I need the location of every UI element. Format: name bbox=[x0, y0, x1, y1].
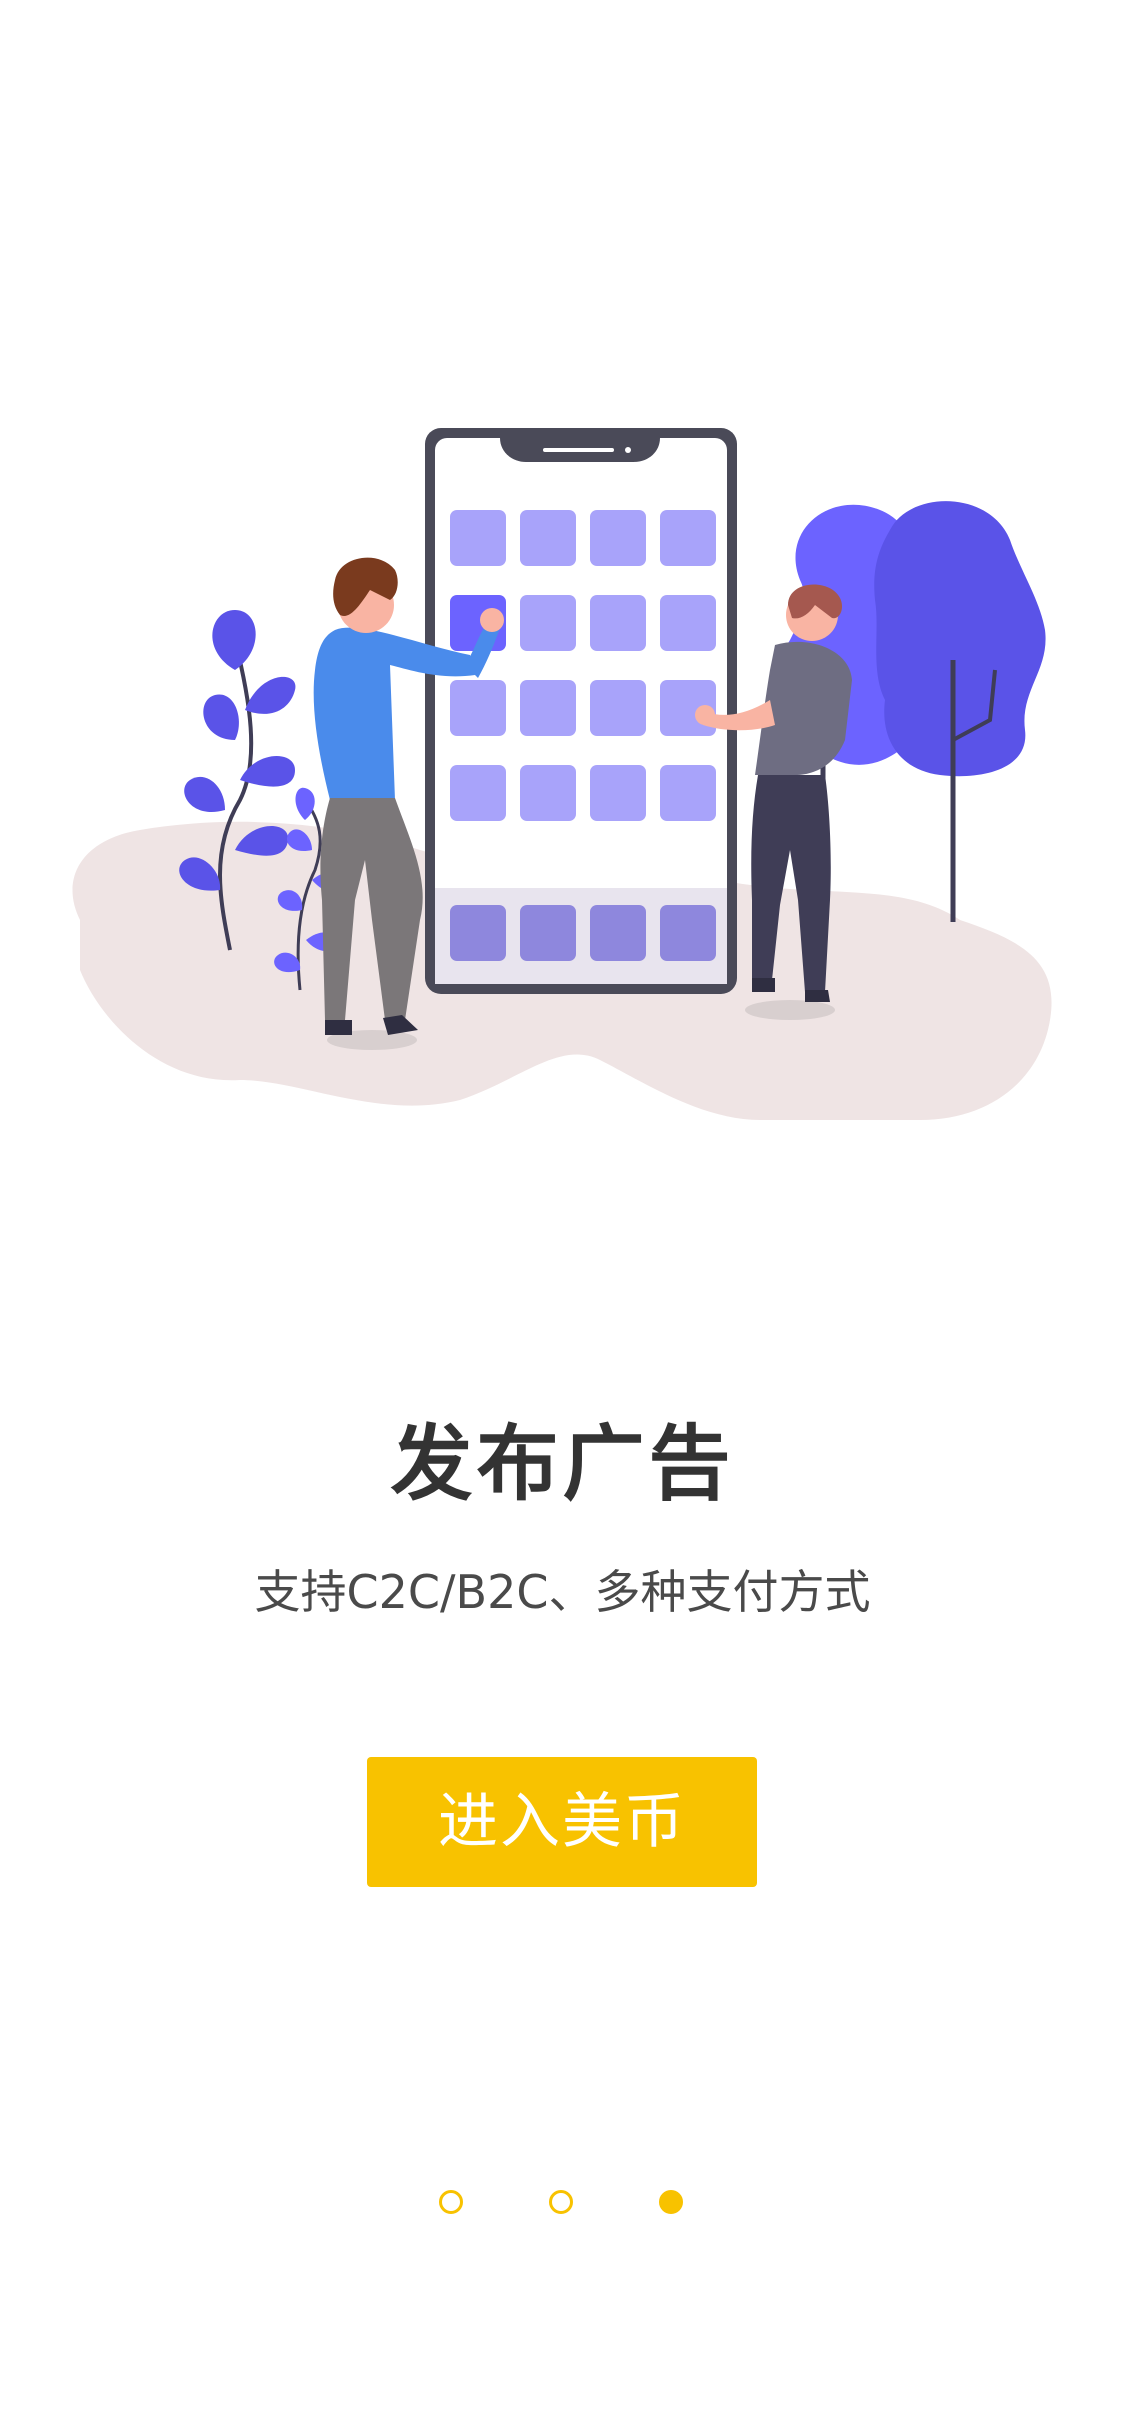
page-dot-2[interactable] bbox=[549, 2190, 573, 2214]
page-subtitle: 支持C2C/B2C、多种支付方式 bbox=[254, 1565, 871, 1619]
page-dot-3-active[interactable] bbox=[659, 2190, 683, 2214]
people-with-phone-illustration bbox=[72, 428, 1052, 1120]
phone-camera bbox=[625, 447, 631, 453]
page-dot-1[interactable] bbox=[439, 2190, 463, 2214]
page-indicator bbox=[0, 2190, 1125, 2220]
page-title: 发布广告 bbox=[390, 1417, 735, 1512]
enter-app-button[interactable]: 进入美币 bbox=[367, 1757, 757, 1887]
